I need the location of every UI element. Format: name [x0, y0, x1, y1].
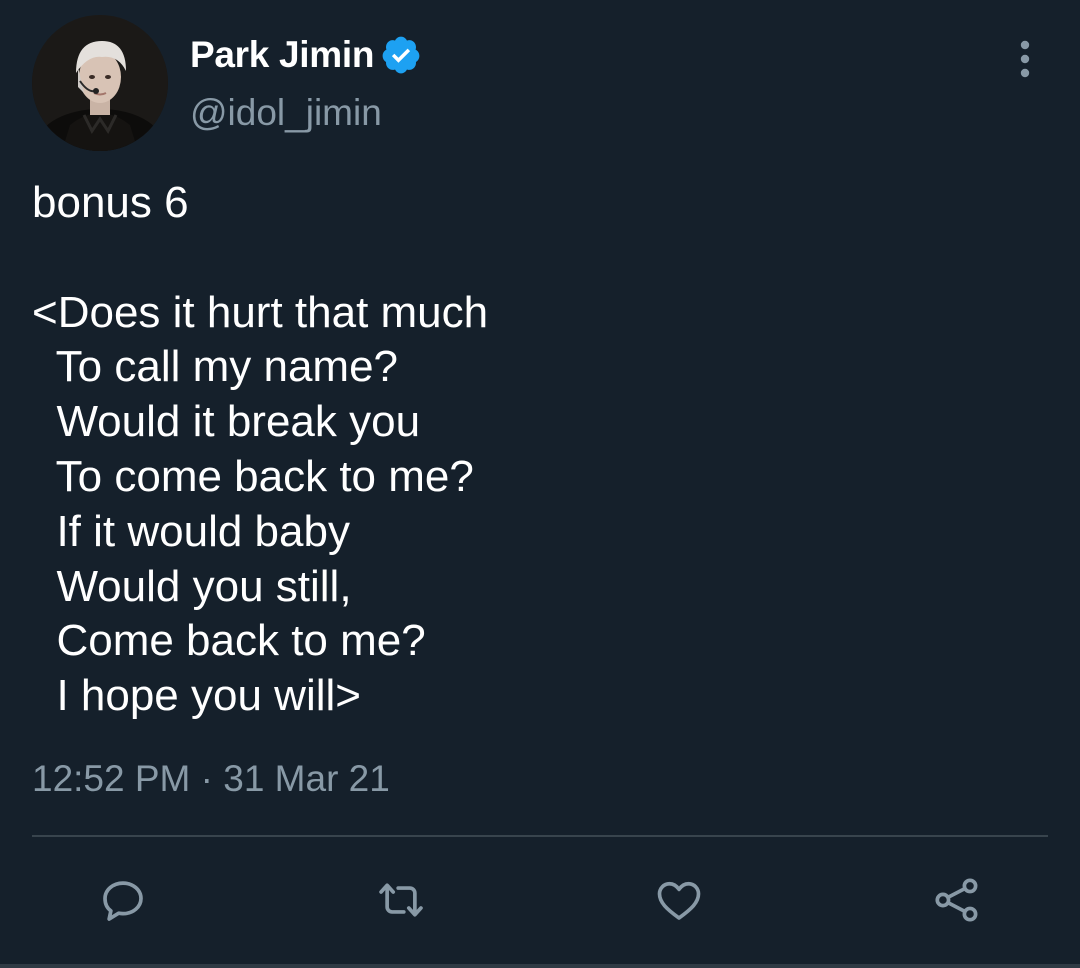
author-handle[interactable]: @idol_jimin [190, 92, 382, 134]
bottom-border [0, 964, 1080, 968]
heart-icon [657, 881, 701, 920]
like-button[interactable] [651, 874, 707, 926]
comment-icon [103, 881, 143, 921]
tweet-text: bonus 6 <Does it hurt that much To call … [32, 178, 489, 721]
vertical-ellipsis-icon [1020, 40, 1030, 78]
share-button[interactable] [929, 874, 985, 926]
author-name-row: Park Jimin [190, 30, 422, 80]
verified-badge-icon [380, 34, 422, 76]
profile-photo [32, 15, 168, 151]
retweet-button[interactable] [373, 874, 429, 926]
tweet-timestamp[interactable]: 12:52 PM · 31 Mar 21 [32, 758, 390, 800]
retweet-icon [379, 883, 423, 917]
reply-button[interactable] [95, 874, 151, 926]
more-options-button[interactable] [1008, 38, 1042, 80]
author-avatar[interactable] [32, 15, 168, 151]
share-icon [935, 878, 978, 922]
divider [32, 835, 1048, 837]
author-display-name[interactable]: Park Jimin [190, 34, 374, 76]
